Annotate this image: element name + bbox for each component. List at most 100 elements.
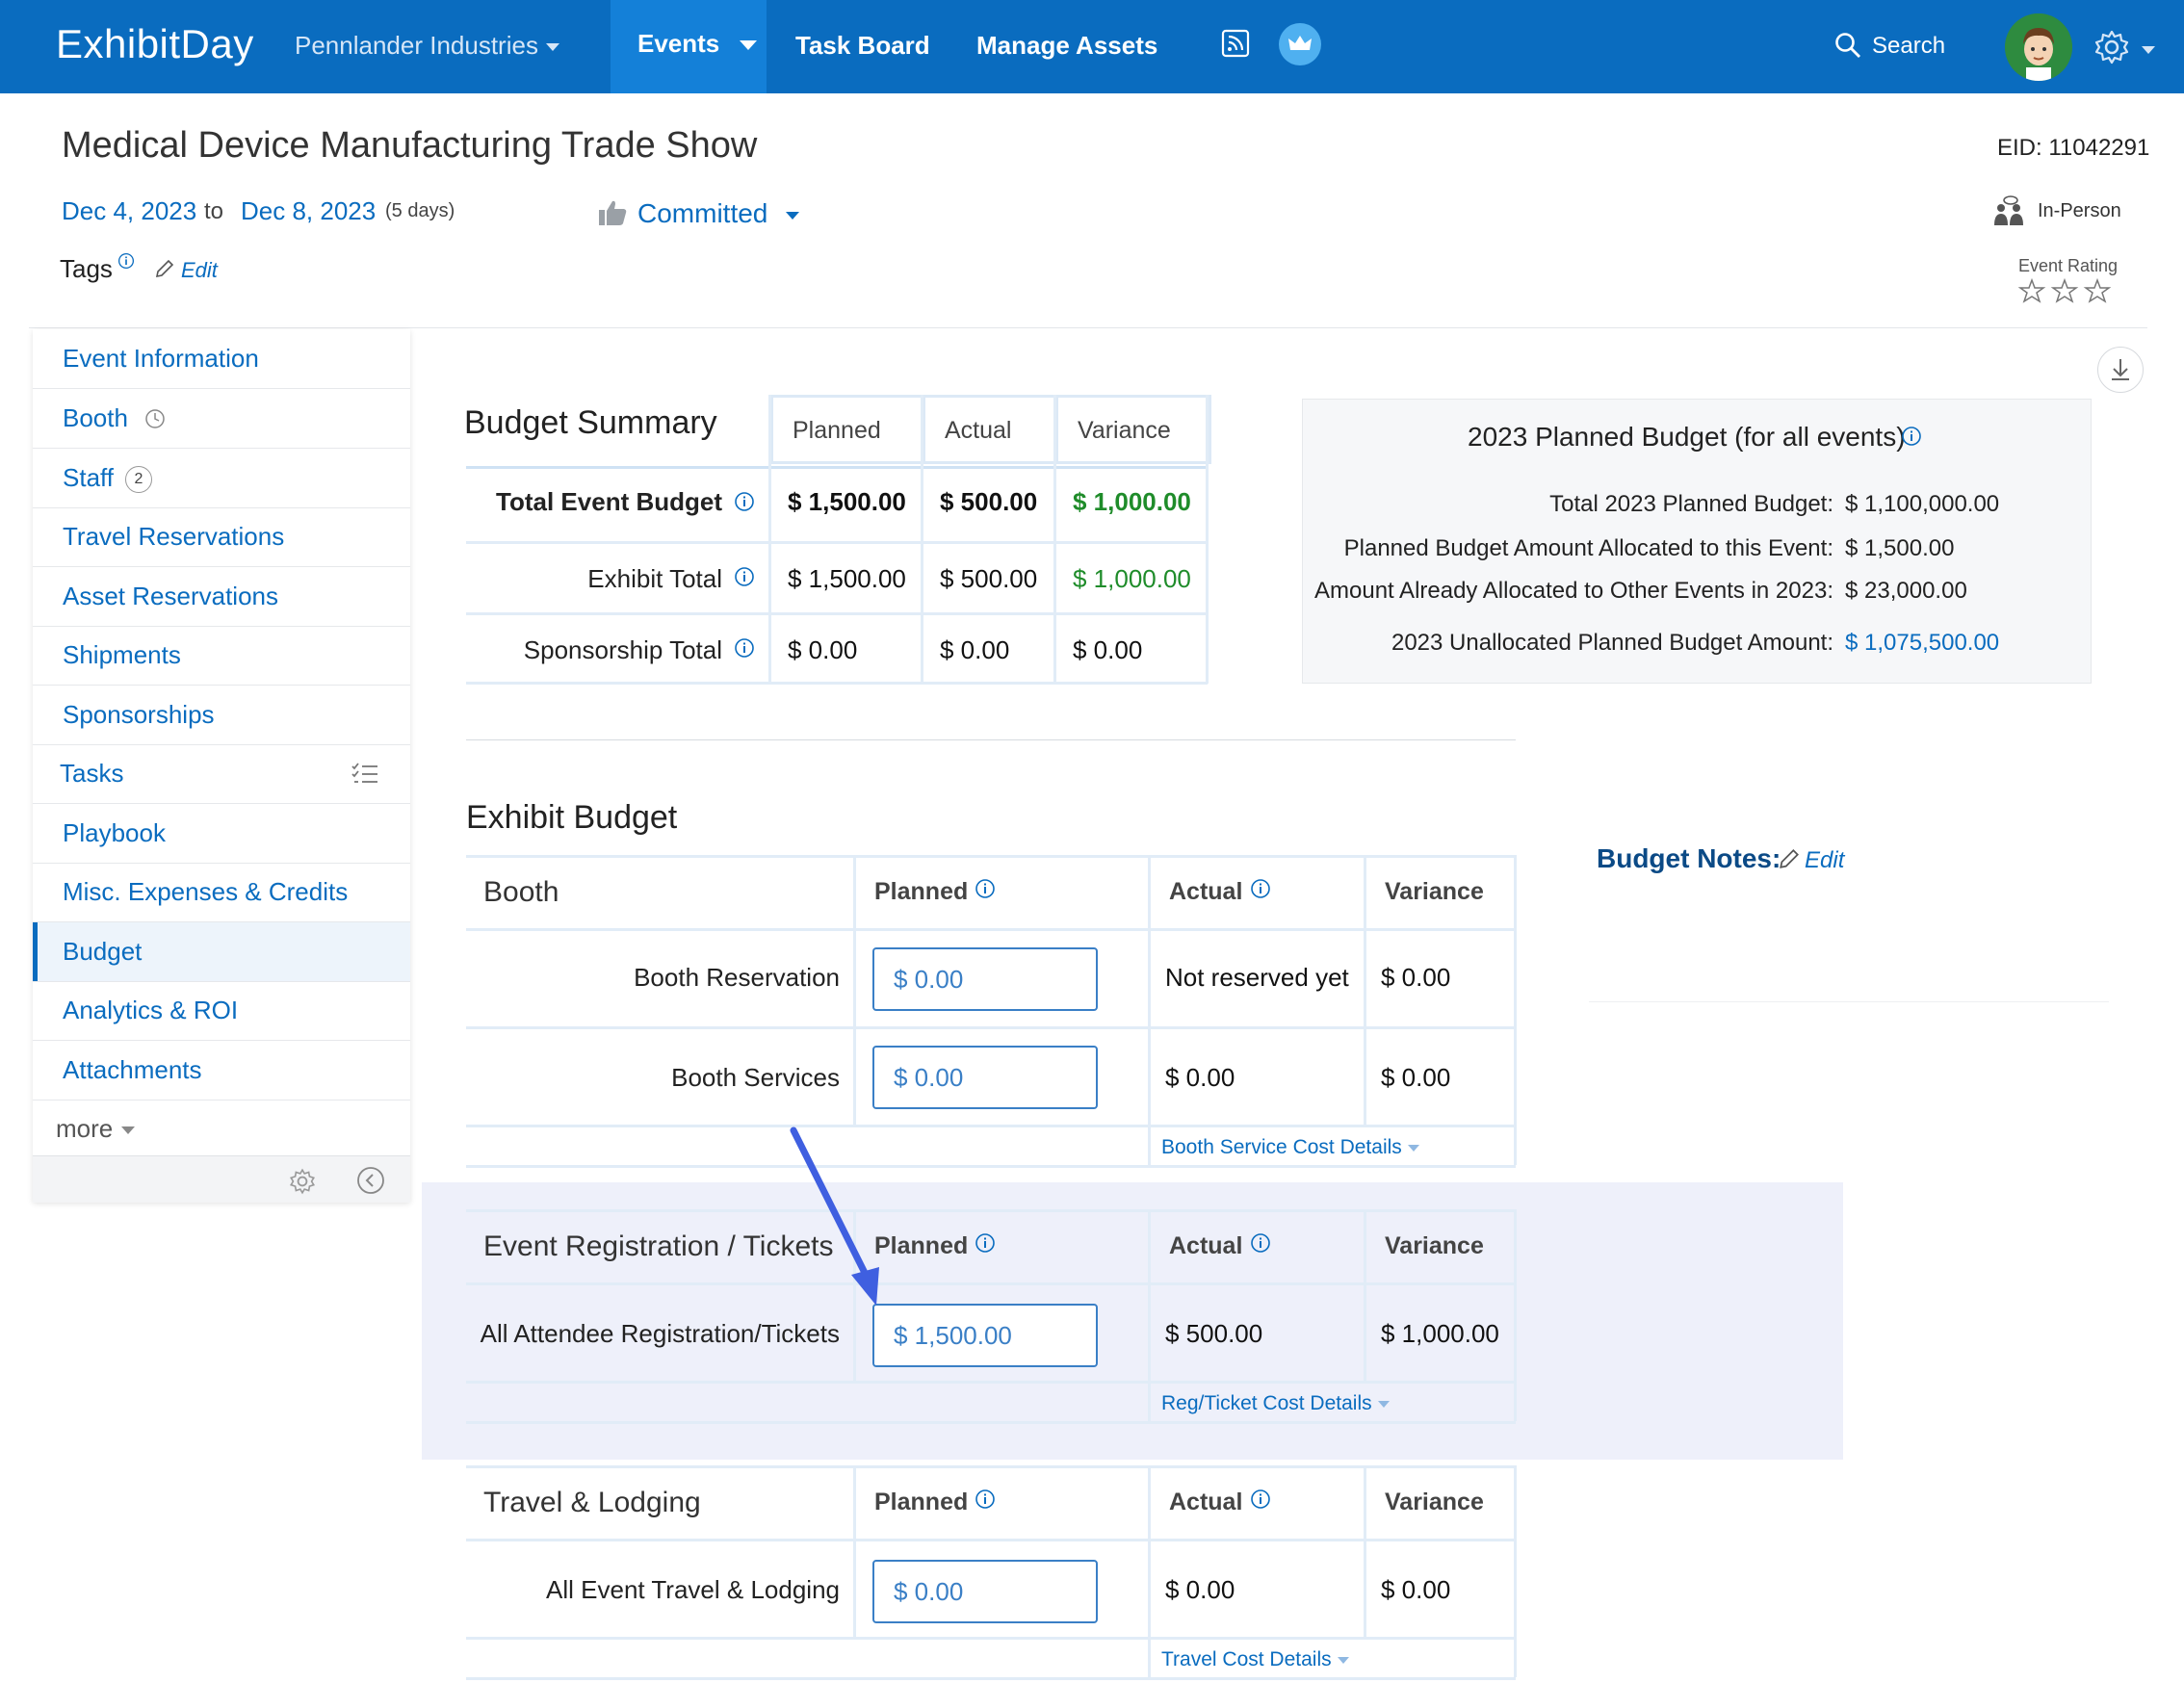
settings-gear-icon[interactable] bbox=[2093, 29, 2130, 65]
table-divider bbox=[1148, 855, 1151, 1125]
edit-budget-notes-link[interactable]: Edit bbox=[1805, 847, 1844, 874]
event-format: In-Person bbox=[2038, 200, 2121, 221]
info-icon[interactable] bbox=[975, 1489, 996, 1510]
info-icon[interactable] bbox=[1901, 426, 1922, 447]
exhibit-budget-title: Exhibit Budget bbox=[466, 799, 678, 836]
sidebar-item-asset-reservations[interactable]: Asset Reservations bbox=[33, 567, 410, 627]
premium-button[interactable] bbox=[1279, 23, 1321, 65]
summary-actual-value: $ 500.00 bbox=[940, 564, 1038, 593]
sidebar-item-misc-expenses[interactable]: Misc. Expenses & Credits bbox=[33, 863, 410, 922]
table-divider bbox=[1206, 395, 1209, 684]
duration-label: (5 days) bbox=[385, 200, 455, 221]
table-divider bbox=[466, 1637, 1516, 1640]
sidebar-item-budget[interactable]: Budget bbox=[33, 922, 410, 982]
table-divider bbox=[466, 1026, 1516, 1029]
reg-ticket-cost-details-link[interactable]: Reg/Ticket Cost Details bbox=[1161, 1392, 1390, 1415]
table-divider bbox=[853, 1465, 856, 1637]
sidebar-item-label: Sponsorships bbox=[63, 700, 215, 729]
sidebar-item-label: Playbook bbox=[63, 818, 166, 847]
start-date-link[interactable]: Dec 4, 2023 bbox=[62, 196, 196, 226]
sidebar-item-booth[interactable]: Booth bbox=[33, 389, 410, 449]
chevron-down-icon[interactable] bbox=[2142, 46, 2155, 54]
events-menu-dropdown[interactable] bbox=[730, 0, 767, 93]
info-icon[interactable] bbox=[975, 1232, 996, 1254]
sidebar-item-shipments[interactable]: Shipments bbox=[33, 626, 410, 686]
info-icon[interactable] bbox=[1250, 1489, 1271, 1510]
pencil-icon[interactable] bbox=[1778, 847, 1801, 870]
sidebar-item-staff[interactable]: Staff 2 bbox=[33, 449, 410, 508]
sidebar-item-event-information[interactable]: Event Information bbox=[33, 329, 410, 389]
column-header-actual: Actual bbox=[1169, 1489, 1243, 1515]
info-icon[interactable] bbox=[734, 637, 755, 659]
table-divider bbox=[466, 1125, 1516, 1127]
budget-row-label: All Event Travel & Lodging bbox=[546, 1575, 840, 1604]
budget-notes-label: Budget Notes: bbox=[1597, 843, 1781, 873]
info-icon[interactable] bbox=[734, 566, 755, 587]
tab-task-board[interactable]: Task Board bbox=[795, 31, 930, 61]
section-divider bbox=[466, 739, 1516, 740]
actual-value: $ 500.00 bbox=[1165, 1319, 1263, 1348]
end-date-link[interactable]: Dec 8, 2023 bbox=[241, 196, 376, 226]
avatar[interactable] bbox=[2005, 13, 2072, 81]
travel-cost-details-link[interactable]: Travel Cost Details bbox=[1161, 1648, 1349, 1671]
sidebar-item-sponsorships[interactable]: Sponsorships bbox=[33, 686, 410, 745]
info-icon[interactable] bbox=[734, 491, 755, 512]
summary-actual-value: $ 500.00 bbox=[940, 487, 1038, 516]
info-icon[interactable] bbox=[975, 878, 996, 899]
pencil-icon[interactable] bbox=[154, 258, 175, 279]
page-title: Medical Device Manufacturing Trade Show bbox=[62, 125, 758, 166]
thumbs-up-icon bbox=[599, 200, 627, 225]
sidebar-item-analytics-roi[interactable]: Analytics & ROI bbox=[33, 981, 410, 1041]
organization-switcher[interactable]: Pennlander Industries bbox=[295, 31, 559, 61]
registration-planned-input[interactable]: $ 1,500.00 bbox=[872, 1304, 1098, 1367]
app-logo[interactable]: ExhibitDay bbox=[56, 21, 254, 67]
annual-budget-value: $ 1,500.00 bbox=[1845, 535, 1955, 561]
chevron-down-icon[interactable] bbox=[786, 212, 799, 220]
sidebar-item-travel-reservations[interactable]: Travel Reservations bbox=[33, 507, 410, 567]
status-dropdown[interactable]: Committed bbox=[637, 198, 767, 229]
header-divider bbox=[29, 327, 2147, 328]
input-value: $ 1,500.00 bbox=[894, 1321, 1012, 1350]
download-button[interactable] bbox=[2097, 347, 2144, 393]
table-divider bbox=[466, 612, 1208, 615]
booth-services-planned-input[interactable]: $ 0.00 bbox=[872, 1046, 1098, 1109]
table-divider bbox=[466, 1539, 1516, 1541]
notes-divider bbox=[1589, 1001, 2109, 1002]
chevron-down-icon bbox=[740, 40, 757, 50]
search-icon[interactable] bbox=[1833, 31, 1862, 60]
table-divider bbox=[466, 1465, 1516, 1468]
booth-reservation-planned-input[interactable]: $ 0.00 bbox=[872, 947, 1098, 1011]
search-button[interactable]: Search bbox=[1872, 33, 1945, 60]
table-divider bbox=[466, 1677, 1516, 1680]
sidebar-item-tasks[interactable]: Tasks bbox=[33, 744, 410, 804]
collapse-sidebar-icon[interactable] bbox=[356, 1166, 385, 1195]
booth-service-cost-details-link[interactable]: Booth Service Cost Details bbox=[1161, 1136, 1419, 1159]
info-icon[interactable] bbox=[1250, 1232, 1271, 1254]
gear-icon[interactable] bbox=[289, 1168, 316, 1195]
sidebar-item-label: Attachments bbox=[63, 1055, 202, 1084]
download-icon bbox=[2112, 359, 2129, 380]
actual-value: $ 0.00 bbox=[1165, 1575, 1235, 1604]
input-value: $ 0.00 bbox=[894, 1063, 964, 1092]
travel-planned-input[interactable]: $ 0.00 bbox=[872, 1560, 1098, 1623]
sidebar-more[interactable]: more bbox=[33, 1100, 410, 1158]
staff-count-badge: 2 bbox=[125, 466, 152, 493]
star-rating[interactable] bbox=[2018, 277, 2111, 306]
column-header-variance: Variance bbox=[1385, 878, 1484, 905]
tab-events-label[interactable]: Events bbox=[637, 29, 719, 59]
column-header: Planned bbox=[793, 417, 881, 444]
table-divider bbox=[466, 541, 1208, 544]
edit-tags-link[interactable]: Edit bbox=[181, 258, 218, 283]
table-divider bbox=[466, 1165, 1516, 1168]
feed-icon[interactable] bbox=[1221, 29, 1250, 58]
table-divider bbox=[1148, 1465, 1151, 1677]
info-icon[interactable] bbox=[1250, 878, 1271, 899]
budget-row-label: Booth Reservation bbox=[634, 963, 840, 992]
tab-manage-assets[interactable]: Manage Assets bbox=[976, 31, 1157, 61]
details-link-label: Booth Service Cost Details bbox=[1161, 1136, 1402, 1158]
sidebar-item-attachments[interactable]: Attachments bbox=[33, 1041, 410, 1100]
sidebar-item-playbook[interactable]: Playbook bbox=[33, 804, 410, 864]
info-icon[interactable] bbox=[117, 252, 135, 270]
variance-value: $ 0.00 bbox=[1381, 1575, 1451, 1604]
unallocated-budget-link[interactable]: $ 1,075,500.00 bbox=[1845, 630, 1999, 657]
